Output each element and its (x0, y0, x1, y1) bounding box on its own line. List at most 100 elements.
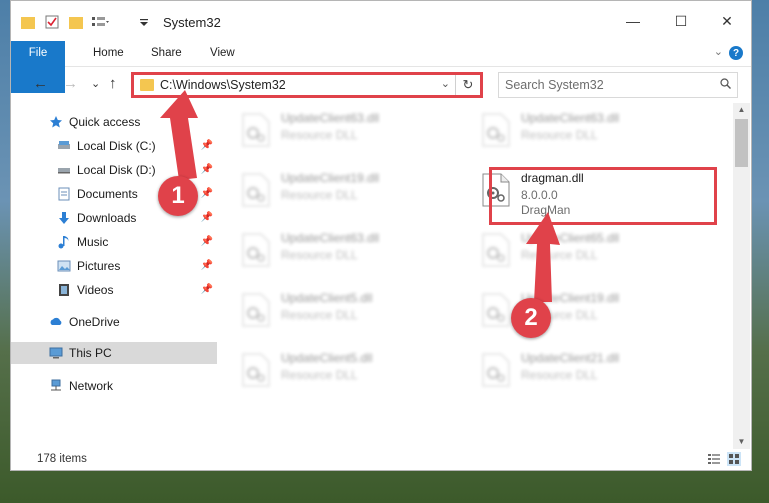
file-item[interactable]: UpdateClient65.dll Resource DLL (469, 223, 689, 275)
up-button[interactable]: ↑ (109, 75, 117, 92)
file-name: UpdateClient21.dll (521, 351, 620, 365)
scroll-down-button[interactable]: ▼ (733, 435, 750, 449)
nav-item-quick-access[interactable]: Quick access (11, 111, 217, 133)
downloads-icon (59, 212, 69, 224)
ribbon-tabs: File Home Share View ⌄ ? (11, 41, 751, 93)
scroll-thumb[interactable] (735, 119, 748, 167)
pin-icon[interactable]: 📌 (201, 260, 213, 271)
pin-icon[interactable]: 📌 (201, 140, 213, 151)
step-1-badge: 1 (158, 176, 198, 216)
file-item[interactable]: UpdateClient63.dll Resource DLL (469, 103, 689, 155)
pin-icon[interactable]: 📌 (201, 164, 213, 175)
properties-icon[interactable] (45, 15, 59, 29)
nav-item-label: Local Disk (C:) (77, 139, 156, 153)
file-name: UpdateClient19.dll (281, 171, 380, 185)
nav-item-label: Music (77, 235, 109, 249)
nav-item-music[interactable]: Music 📌 (11, 231, 217, 253)
recent-locations-button[interactable]: ⌄ (91, 77, 100, 90)
address-path[interactable]: C:\Windows\System32 (160, 78, 286, 92)
nav-item-local-disk-c[interactable]: Local Disk (C:) 📌 (11, 135, 217, 157)
nav-item-label: Pictures (77, 259, 121, 273)
tab-view[interactable]: View (198, 41, 247, 66)
status-bar: 178 items (11, 449, 751, 471)
navigation-pane: Quick access Local Disk (C:) 📌 Local Dis… (11, 103, 217, 443)
file-item[interactable]: UpdateClient63.dll Resource DLL (229, 223, 449, 275)
star-icon (50, 116, 62, 128)
cloud-icon (50, 317, 62, 325)
back-button[interactable]: ← (33, 75, 48, 92)
dll-file-icon (482, 113, 510, 147)
pin-icon[interactable]: 📌 (201, 284, 213, 295)
pin-icon[interactable]: 📌 (201, 188, 213, 199)
dll-file-icon (482, 353, 510, 387)
file-description: Resource DLL (521, 248, 598, 262)
maximize-button[interactable]: ☐ (661, 9, 701, 33)
pin-icon[interactable]: 📌 (201, 212, 213, 223)
nav-item-network[interactable]: Network (11, 375, 217, 397)
file-item[interactable]: UpdateClient19.dll Resource DLL (469, 283, 689, 335)
search-input[interactable]: Search System32 (505, 78, 604, 92)
step-2-badge: 2 (511, 298, 551, 338)
drive-icon (58, 168, 70, 174)
nav-item-label: OneDrive (69, 315, 120, 329)
dll-file-icon (482, 293, 510, 327)
computer-icon (49, 347, 63, 359)
minimize-button[interactable]: — (613, 9, 653, 33)
dll-file-icon (242, 353, 270, 387)
nav-item-label: Documents (77, 187, 138, 201)
nav-item-videos[interactable]: Videos 📌 (11, 279, 217, 301)
file-item[interactable]: UpdateClient5.dll Resource DLL (229, 343, 449, 395)
dll-file-icon (482, 233, 510, 267)
vertical-scrollbar[interactable]: ▲ ▼ (733, 103, 750, 449)
search-icon (720, 78, 731, 89)
music-icon (58, 236, 69, 249)
videos-icon (59, 284, 69, 296)
file-item[interactable]: UpdateClient19.dll Resource DLL (229, 163, 449, 215)
dll-file-icon (242, 173, 270, 207)
tab-share[interactable]: Share (139, 41, 194, 66)
tab-home[interactable]: Home (81, 41, 136, 66)
file-item[interactable]: UpdateClient21.dll Resource DLL (469, 343, 689, 395)
file-name: UpdateClient65.dll (521, 231, 620, 245)
large-icons-view-icon[interactable] (727, 452, 741, 466)
folder-icon (140, 79, 154, 91)
close-button[interactable]: ✕ (707, 9, 747, 33)
customize-toolbar-icon[interactable] (91, 15, 109, 29)
quick-access-dropdown-icon[interactable] (139, 15, 149, 29)
file-name: UpdateClient5.dll (281, 291, 373, 305)
new-folder-icon[interactable] (69, 17, 83, 29)
nav-item-this-pc[interactable]: This PC (11, 342, 217, 364)
pin-icon[interactable]: 📌 (201, 236, 213, 247)
file-item[interactable]: UpdateClient63.dll Resource DLL (229, 103, 449, 155)
file-description: Resource DLL (281, 368, 358, 382)
documents-icon (58, 187, 70, 201)
expand-ribbon-icon[interactable]: ⌄ (714, 45, 723, 58)
drive-icon (58, 141, 70, 149)
explorer-window: System32 — ☐ ✕ File Home Share View ⌄ ? … (10, 0, 752, 471)
address-row: ← → ⌄ ↑ C:\Windows\System32 ⌄ ↻ Search S… (11, 67, 751, 103)
file-description: Resource DLL (281, 308, 358, 322)
refresh-button[interactable]: ↻ (455, 75, 480, 95)
search-box[interactable]: Search System32 (498, 72, 738, 98)
file-list: UpdateClient63.dll Resource DLL UpdateCl… (229, 103, 733, 443)
file-description: Resource DLL (521, 368, 598, 382)
dll-file-icon (242, 233, 270, 267)
file-name: UpdateClient5.dll (281, 351, 373, 365)
forward-button[interactable]: → (63, 75, 78, 92)
nav-item-pictures[interactable]: Pictures 📌 (11, 255, 217, 277)
nav-item-label: Downloads (77, 211, 137, 225)
help-icon[interactable]: ? (729, 46, 743, 60)
address-bar[interactable]: C:\Windows\System32 ⌄ ↻ (131, 72, 483, 98)
nav-item-onedrive[interactable]: OneDrive (11, 311, 217, 333)
file-name: UpdateClient63.dll (281, 231, 380, 245)
address-dropdown-icon[interactable]: ⌄ (441, 77, 450, 90)
file-description: Resource DLL (281, 188, 358, 202)
file-description: Resource DLL (281, 128, 358, 142)
file-name: UpdateClient63.dll (521, 111, 620, 125)
nav-item-label: Local Disk (D:) (77, 163, 156, 177)
scroll-up-button[interactable]: ▲ (733, 103, 750, 117)
details-view-icon[interactable] (707, 452, 721, 466)
file-item[interactable]: UpdateClient5.dll Resource DLL (229, 283, 449, 335)
file-description: Resource DLL (521, 128, 598, 142)
nav-item-label: Network (69, 379, 114, 393)
